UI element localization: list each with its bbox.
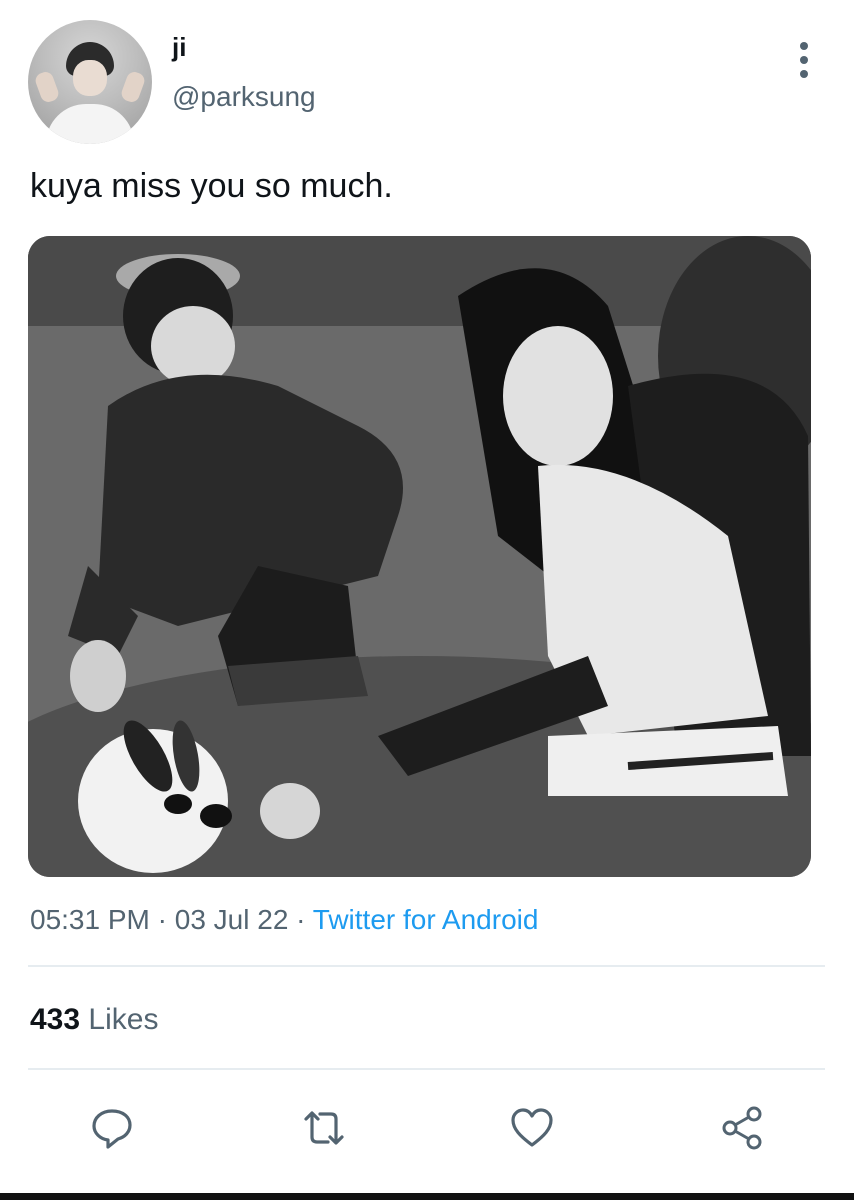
photo-illustration: [28, 236, 811, 877]
likes-label: Likes: [88, 1003, 159, 1036]
retweet-button[interactable]: [296, 1100, 352, 1156]
meta-separator: ·: [296, 904, 306, 935]
meta-separator: ·: [157, 904, 167, 935]
share-icon: [722, 1106, 762, 1150]
likes-count: 433: [30, 1003, 81, 1036]
share-button[interactable]: [714, 1100, 770, 1156]
tweet-text: kuya miss you so much.: [30, 167, 393, 205]
more-vertical-icon[interactable]: [788, 40, 820, 80]
tweet-actions: [0, 1100, 854, 1160]
divider: [28, 965, 825, 967]
tweet-source-link[interactable]: Twitter for Android: [313, 904, 539, 935]
heart-icon: [511, 1108, 553, 1147]
display-name[interactable]: ji: [172, 32, 186, 62]
likes-stat[interactable]: 433 Likes: [30, 1000, 158, 1040]
tweet-time: 05:31 PM: [30, 904, 150, 935]
bottom-edge: [0, 1193, 854, 1200]
reply-button[interactable]: [84, 1100, 140, 1156]
user-handle[interactable]: @parksung: [172, 80, 316, 114]
tweet-meta: 05:31 PM · 03 Jul 22 · Twitter for Andro…: [30, 902, 538, 938]
like-button[interactable]: [504, 1100, 560, 1156]
retweet-icon: [304, 1111, 344, 1145]
divider: [28, 1068, 825, 1070]
tweet-photo[interactable]: [28, 236, 811, 877]
avatar[interactable]: [28, 20, 152, 144]
tweet-date: 03 Jul 22: [174, 904, 289, 935]
reply-icon: [92, 1109, 132, 1149]
tweet-header: ji @parksung: [0, 0, 854, 160]
